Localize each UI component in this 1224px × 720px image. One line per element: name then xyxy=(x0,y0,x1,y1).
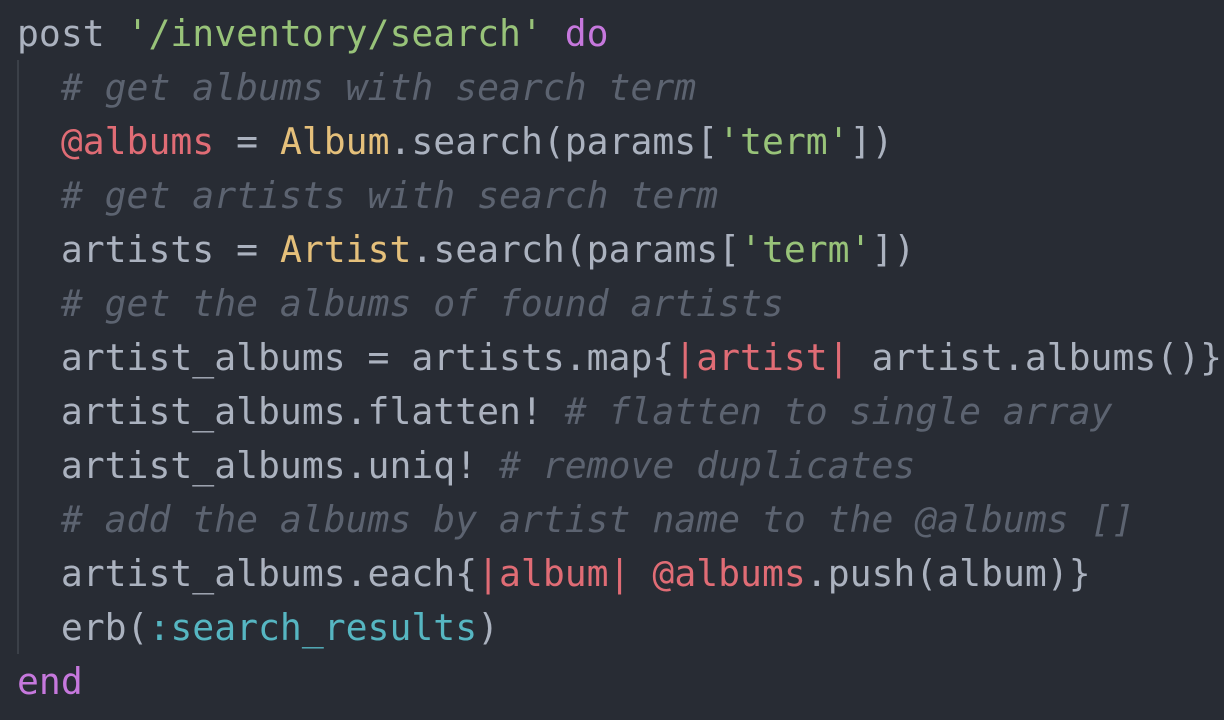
code-token: erb( xyxy=(60,606,149,649)
variable-token: artists xyxy=(60,228,215,271)
comment-token: # get artists with search term xyxy=(60,174,719,217)
code-line-12[interactable]: erb(:search_results) xyxy=(17,601,499,655)
do-keyword-token: do xyxy=(564,12,609,55)
string-token: 'term' xyxy=(718,120,850,163)
indent-token xyxy=(17,228,61,271)
code-line-11[interactable]: artist_albums.each{|album| @albums.push(… xyxy=(17,547,1091,601)
indent-token xyxy=(17,336,61,379)
method-call-token: .search(params[ xyxy=(411,228,741,271)
code-line-4[interactable]: # get artists with search term xyxy=(17,169,718,223)
comment-token: # add the albums by artist name to the @… xyxy=(60,498,1135,541)
code-token: artist_albums.flatten! xyxy=(60,390,565,433)
bracket-token: ]) xyxy=(849,120,894,163)
route-string-token: '/inventory/search' xyxy=(126,12,543,55)
code-token: artist_albums.each{ xyxy=(60,552,478,595)
indent-token xyxy=(17,606,61,649)
code-line-5[interactable]: artists = Artist.search(params['term']) xyxy=(17,223,916,277)
bracket-token: ]) xyxy=(871,228,916,271)
indent-token xyxy=(17,120,61,163)
code-token: artist.albums()} xyxy=(849,336,1223,379)
comment-token: # get the albums of found artists xyxy=(60,282,784,325)
code-token: .push(album)} xyxy=(805,552,1091,595)
code-line-3[interactable]: @albums = Album.search(params['term']) xyxy=(17,115,894,169)
indent-token xyxy=(17,174,61,217)
code-line-8[interactable]: artist_albums.flatten! # flatten to sing… xyxy=(17,385,1113,439)
instance-variable-token: @albums xyxy=(652,552,806,595)
code-line-1[interactable]: post '/inventory/search' do xyxy=(17,7,609,61)
symbol-token: :search_results xyxy=(148,606,478,649)
comment-token: # remove duplicates xyxy=(499,444,916,487)
comment-token: # get albums with search term xyxy=(60,66,697,109)
indent-token xyxy=(17,390,61,433)
code-line-9[interactable]: artist_albums.uniq! # remove duplicates xyxy=(17,439,915,493)
code-line-13[interactable]: end xyxy=(17,655,83,709)
indent-token xyxy=(17,66,61,109)
block-param-token: |album| xyxy=(477,552,631,595)
indent-token xyxy=(17,552,61,595)
string-token: 'term' xyxy=(740,228,872,271)
code-line-2[interactable]: # get albums with search term xyxy=(17,61,696,115)
class-token: Album xyxy=(279,120,390,163)
end-keyword-token: end xyxy=(17,660,83,703)
code-line-6[interactable]: # get the albums of found artists xyxy=(17,277,784,331)
code-editor[interactable]: post '/inventory/search' do # get albums… xyxy=(0,0,1224,720)
indent-token xyxy=(17,282,61,325)
code-line-10[interactable]: # add the albums by artist name to the @… xyxy=(17,493,1135,547)
indent-token xyxy=(17,444,61,487)
code-token: artist_albums = artists.map{ xyxy=(60,336,675,379)
code-token: artist_albums.uniq! xyxy=(60,444,500,487)
instance-variable-token: @albums xyxy=(60,120,215,163)
block-param-token: |artist| xyxy=(674,336,850,379)
operator-token: = xyxy=(214,228,280,271)
class-token: Artist xyxy=(279,228,412,271)
code-line-7[interactable]: artist_albums = artists.map{|artist| art… xyxy=(17,331,1222,385)
code-token: ) xyxy=(477,606,500,649)
method-call-token: .search(params[ xyxy=(389,120,719,163)
indent-token xyxy=(17,498,61,541)
comment-token: # flatten to single array xyxy=(564,390,1113,433)
operator-token: = xyxy=(214,120,280,163)
method-token: post xyxy=(17,12,105,55)
